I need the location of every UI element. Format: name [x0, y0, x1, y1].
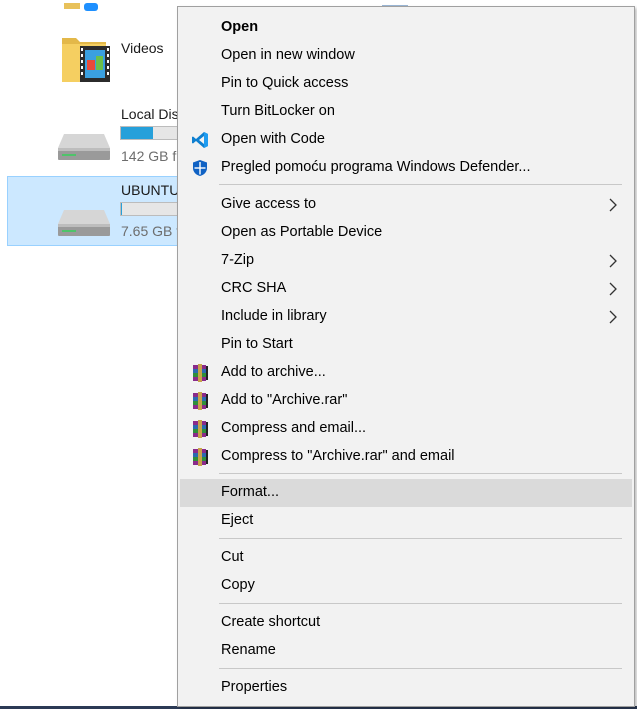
menu-item-properties[interactable]: Properties	[180, 674, 632, 702]
ubuntu-free-space: 7.65 GB f	[121, 223, 181, 239]
ubuntu-label: UBUNTU	[121, 182, 180, 198]
chevron-right-icon	[609, 198, 617, 212]
winrar-books-icon	[193, 392, 208, 410]
usb-drive-icon	[58, 210, 110, 236]
menu-item-give-access[interactable]: Give access to	[180, 191, 632, 219]
menu-item-cut[interactable]: Cut	[180, 544, 632, 572]
menu-item-label: Rename	[221, 642, 276, 658]
menu-item-label: Open in new window	[221, 47, 355, 63]
menu-item-label: Properties	[221, 679, 288, 695]
menu-item-label: Pin to Quick access	[221, 75, 349, 91]
local-disk-drive[interactable]: Local Dis 142 GB f	[56, 100, 180, 170]
menu-item-open-new-window[interactable]: Open in new window	[180, 42, 632, 70]
menu-item-label: CRC SHA	[221, 280, 287, 296]
vscode-icon	[192, 132, 208, 148]
menu-item-add-to-archive-rar[interactable]: Add to "Archive.rar"	[180, 387, 632, 415]
menu-item-label: Create shortcut	[221, 614, 321, 630]
menu-item-label: 7-Zip	[221, 252, 255, 268]
menu-item-label: Format...	[221, 484, 280, 500]
context-menu: Open Open in new window Pin to Quick acc…	[177, 6, 635, 707]
menu-item-compress-rar-email[interactable]: Compress to "Archive.rar" and email	[180, 443, 632, 471]
ubuntu-usage-bar	[120, 202, 180, 216]
menu-item-label: Turn BitLocker on	[221, 103, 335, 119]
menu-item-pin-quick-access[interactable]: Pin to Quick access	[180, 70, 632, 98]
videos-folder-icon	[62, 38, 110, 82]
menu-item-label: Compress to "Archive.rar" and email	[221, 448, 455, 464]
winrar-books-icon	[193, 448, 208, 466]
menu-item-add-to-archive[interactable]: Add to archive...	[180, 359, 632, 387]
menu-separator	[219, 668, 622, 669]
hard-drive-icon	[58, 134, 110, 160]
menu-item-open-portable-device[interactable]: Open as Portable Device	[180, 219, 632, 247]
menu-item-label: Open	[221, 19, 259, 35]
menu-item-label: Open as Portable Device	[221, 224, 383, 240]
menu-item-open[interactable]: Open	[180, 14, 632, 42]
winrar-books-icon	[193, 364, 208, 382]
chevron-right-icon	[609, 282, 617, 296]
menu-item-pin-start[interactable]: Pin to Start	[180, 331, 632, 359]
windows-defender-shield-icon	[193, 160, 207, 176]
menu-item-bitlocker[interactable]: Turn BitLocker on	[180, 98, 632, 126]
menu-item-create-shortcut[interactable]: Create shortcut	[180, 609, 632, 637]
videos-folder[interactable]: Videos	[60, 30, 175, 90]
menu-item-label: Pin to Start	[221, 336, 293, 352]
local-disk-usage-fill	[121, 127, 153, 139]
videos-label: Videos	[121, 40, 164, 56]
menu-item-label: Add to "Archive.rar"	[221, 392, 348, 408]
menu-item-label: Compress and email...	[221, 420, 367, 436]
chevron-right-icon	[609, 254, 617, 268]
menu-item-label: Cut	[221, 549, 244, 565]
menu-item-label: Eject	[221, 512, 254, 528]
local-disk-label: Local Dis	[121, 106, 179, 122]
menu-item-label: Give access to	[221, 196, 317, 212]
menu-separator	[219, 603, 622, 604]
local-disk-usage-bar	[120, 126, 180, 140]
menu-separator	[219, 184, 622, 185]
menu-item-label: Include in library	[221, 308, 327, 324]
menu-item-eject[interactable]: Eject	[180, 507, 632, 535]
menu-item-format[interactable]: Format...	[180, 479, 632, 507]
menu-separator	[219, 473, 622, 474]
menu-item-label: Add to archive...	[221, 364, 326, 380]
menu-item-label: Pregled pomoću programa Windows Defender…	[221, 159, 531, 175]
menu-item-compress-email[interactable]: Compress and email...	[180, 415, 632, 443]
menu-item-copy[interactable]: Copy	[180, 572, 632, 600]
chevron-right-icon	[609, 310, 617, 324]
menu-item-open-with-code[interactable]: Open with Code	[180, 126, 632, 154]
menu-item-windows-defender-scan[interactable]: Pregled pomoću programa Windows Defender…	[180, 154, 632, 182]
ubuntu-usage-fill	[121, 203, 123, 215]
menu-separator	[219, 538, 622, 539]
menu-item-label: Copy	[221, 577, 255, 593]
menu-item-7zip[interactable]: 7-Zip	[180, 247, 632, 275]
menu-item-label: Open with Code	[221, 131, 325, 147]
local-disk-free-space: 142 GB f	[121, 148, 177, 164]
menu-item-rename[interactable]: Rename	[180, 637, 632, 665]
menu-item-include-library[interactable]: Include in library	[180, 303, 632, 331]
ubuntu-drive[interactable]: UBUNTU 7.65 GB f	[56, 176, 181, 246]
winrar-books-icon	[193, 420, 208, 438]
folder-icon-partial	[62, 0, 102, 11]
menu-item-crc-sha[interactable]: CRC SHA	[180, 275, 632, 303]
